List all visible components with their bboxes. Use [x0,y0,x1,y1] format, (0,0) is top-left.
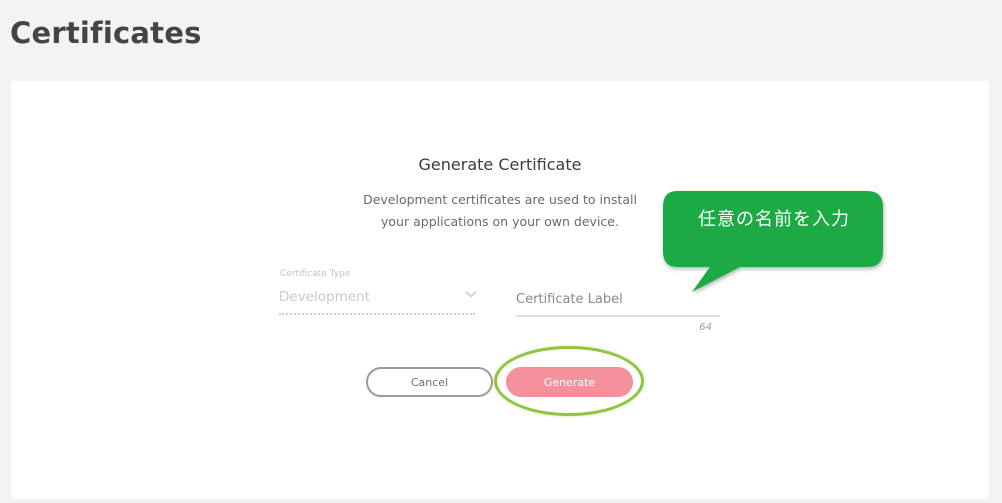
certificate-type-label: Certificate Type [280,269,351,279]
form-description-line2: your applications on your own device. [381,214,619,229]
certificate-type-select[interactable]: Development [279,284,479,318]
form-title: Generate Certificate [418,155,582,174]
form-description-line1: Development certificates are used to ins… [363,192,637,207]
select-underline [279,313,475,315]
cancel-button[interactable]: Cancel [366,367,493,397]
chevron-down-icon [465,291,477,298]
highlight-ellipse [494,346,644,416]
page-title: Certificates [10,16,202,50]
char-counter: 64 [699,322,712,333]
certificate-type-value: Development [279,289,370,305]
callout-text: 任意の名前を入力 [698,209,850,230]
